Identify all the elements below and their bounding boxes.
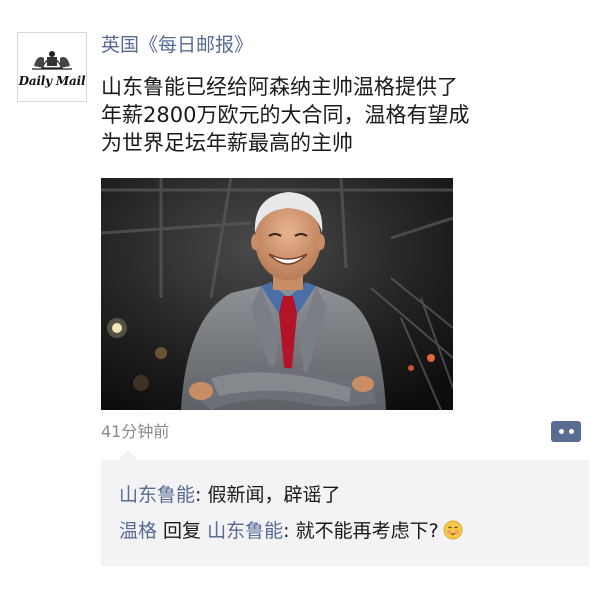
avatar-logo-text: Daily Mail xyxy=(18,74,86,88)
comment-separator: : xyxy=(195,484,208,506)
post-text-line: 年薪2800万欧元的大合同，温格有望成 xyxy=(101,103,470,127)
comment-user[interactable]: 山东鲁能 xyxy=(119,484,195,506)
comment-separator: : xyxy=(283,520,296,542)
post-author[interactable]: 英国《每日邮报》 xyxy=(101,32,253,58)
daily-mail-crest-icon xyxy=(32,51,72,70)
comment-text: 就不能再考虑下? xyxy=(295,520,439,542)
comment-user[interactable]: 温格 xyxy=(119,520,157,542)
post-text-line: 山东鲁能已经给阿森纳主帅温格提供了 xyxy=(101,75,458,99)
dot-icon xyxy=(568,429,574,434)
post-text-line: 为世界足坛年薪最高的主帅 xyxy=(101,131,353,155)
comments-panel: 山东鲁能: 假新闻，辟谣了 温格 回复 山东鲁能: 就不能再考虑下? xyxy=(101,460,589,566)
post-photo-illustration xyxy=(101,178,453,410)
comments-pointer xyxy=(118,450,138,460)
post-time: 41分钟前 xyxy=(101,422,170,441)
post-image[interactable] xyxy=(101,178,453,410)
post-text: 山东鲁能已经给阿森纳主帅温格提供了 年薪2800万欧元的大合同，温格有望成 为世… xyxy=(101,73,571,157)
reply-to-user[interactable]: 山东鲁能 xyxy=(207,520,283,542)
smiling-blush-emoji-icon xyxy=(443,520,463,540)
avatar[interactable]: Daily Mail xyxy=(17,32,87,102)
dot-icon xyxy=(558,429,564,434)
comment-row[interactable]: 温格 回复 山东鲁能: 就不能再考虑下? xyxy=(119,518,463,544)
reply-word: 回复 xyxy=(157,520,208,542)
comment-more-icon[interactable] xyxy=(551,421,581,442)
comment-text: 假新闻，辟谣了 xyxy=(207,484,341,506)
comment-row[interactable]: 山东鲁能: 假新闻，辟谣了 xyxy=(119,482,340,508)
